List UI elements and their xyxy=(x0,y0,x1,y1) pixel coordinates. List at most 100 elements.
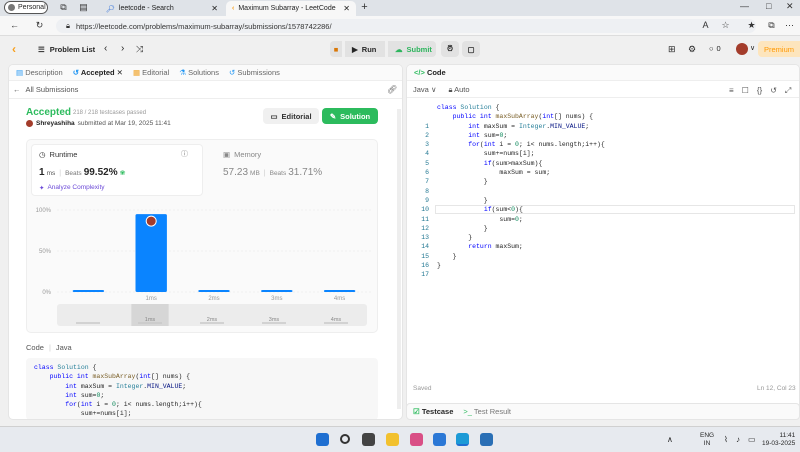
store-icon[interactable] xyxy=(480,433,493,446)
memory-value: 57.23 xyxy=(223,167,249,178)
profile-label: Personal xyxy=(18,4,46,11)
next-problem-icon[interactable]: › xyxy=(121,43,124,54)
expand-icon[interactable]: ⤢ xyxy=(785,86,791,96)
reload-icon[interactable]: ↻ xyxy=(34,20,45,31)
solution-button[interactable]: ✎ Solution xyxy=(322,108,378,124)
reset-icon[interactable]: ↺ xyxy=(770,86,777,96)
workspaces-icon[interactable]: ⧉ xyxy=(58,2,69,13)
shuffle-icon[interactable]: ⤨ xyxy=(136,44,143,55)
notes-button[interactable]: ▢ xyxy=(462,41,480,57)
code-brackets-icon: </> xyxy=(414,68,425,77)
testcase-bar: ☑ Testcase >_ Test Result xyxy=(406,403,800,420)
tab-description[interactable]: ▤ Description xyxy=(16,68,63,77)
performance-card: ◷ Runtime ⓘ 1 ms | Beats 99.52% ❀ ✦ Anal… xyxy=(26,139,378,333)
edit-icon: ✎ xyxy=(329,111,337,121)
battery-icon[interactable]: ▭ xyxy=(748,435,756,444)
minimap-label: 2ms xyxy=(207,317,218,323)
test-result-tab[interactable]: >_ Test Result xyxy=(463,407,511,416)
runtime-beats-label: Beats xyxy=(65,170,82,177)
left-scrollbar[interactable] xyxy=(397,109,401,409)
fire-icon: ○ xyxy=(709,44,714,53)
chart-bar xyxy=(261,290,293,292)
browser-tab[interactable]: 🔎︎ leetcode - Search ✕ xyxy=(100,1,224,16)
y-tick-label: 0% xyxy=(42,290,51,296)
leetcode-logo-icon[interactable]: ‹ xyxy=(12,42,16,56)
divider: | xyxy=(59,170,62,177)
volume-icon[interactable]: ♪ xyxy=(736,435,740,444)
tab-accepted[interactable]: ↺ Accepted ✕ xyxy=(73,68,123,77)
wifi-icon[interactable]: ⌇ xyxy=(724,435,728,444)
search-icon[interactable] xyxy=(340,434,350,444)
url-field[interactable]: 🔒︎ https://leetcode.com/problems/maximum… xyxy=(56,19,756,33)
leetcode-favicon-icon: ‹ xyxy=(232,5,235,12)
all-submissions-link[interactable]: ← All Submissions xyxy=(13,85,78,94)
premium-button[interactable]: Premium xyxy=(758,41,800,57)
format-icon[interactable]: ≡ xyxy=(729,86,734,96)
clock[interactable]: 11:41 19-03-2025 xyxy=(762,432,795,448)
prev-problem-icon[interactable]: ‹ xyxy=(104,43,107,54)
analyze-complexity-link[interactable]: ✦ Analyze Complexity xyxy=(39,184,105,192)
close-window-icon[interactable]: ✕ xyxy=(786,1,794,12)
avatar-chevron-icon[interactable]: ∨ xyxy=(750,44,755,52)
bookmark-icon[interactable]: ☐ xyxy=(742,86,749,96)
copilot-icon[interactable] xyxy=(410,433,423,446)
tab-submissions[interactable]: ↺ Submissions xyxy=(229,68,280,77)
runtime-unit: ms xyxy=(46,170,56,177)
code-editor[interactable]: class Solution { public int maxSubArray(… xyxy=(437,103,605,270)
memory-beats: 31.71% xyxy=(288,167,323,178)
tab-actions-icon[interactable]: ▤ xyxy=(78,2,89,13)
debug-button[interactable]: ■ xyxy=(330,41,342,57)
chart-bar xyxy=(198,290,230,292)
maximize-icon[interactable]: □ xyxy=(766,1,771,11)
favorites-bar-icon[interactable]: ★ xyxy=(746,20,757,31)
layout-icon[interactable]: ⊞ xyxy=(668,44,676,55)
collections-icon[interactable]: ⧉ xyxy=(766,20,777,31)
memory-header[interactable]: ▣ Memory xyxy=(223,150,261,159)
username[interactable]: Shreyashiha xyxy=(36,120,75,127)
submit-button[interactable]: ☁ Submit xyxy=(388,41,436,57)
code-tab[interactable]: </> Code xyxy=(414,68,446,77)
close-tab-icon[interactable]: ✕ xyxy=(117,68,123,77)
close-tab-icon[interactable]: ✕ xyxy=(211,4,218,13)
start-icon[interactable] xyxy=(316,433,329,446)
browser-tab-active[interactable]: ‹ Maximum Subarray - LeetCode ✕ xyxy=(226,1,356,16)
leetcode-header: ‹ ☰ Problem List ‹ › ⤨ ■ ▶ Run ☁ Submit … xyxy=(0,37,800,61)
tab-editorial[interactable]: ▦ Editorial xyxy=(133,68,169,77)
user-avatar[interactable] xyxy=(736,43,748,55)
search-icon: 🔎︎ xyxy=(106,5,115,13)
profile-button[interactable]: Personal xyxy=(4,1,48,14)
divider: | xyxy=(48,343,51,352)
new-tab-icon[interactable]: + xyxy=(359,2,370,13)
terminal-icon: >_ xyxy=(463,407,472,416)
task-view-icon[interactable] xyxy=(362,433,375,446)
menu-dots-icon[interactable]: ⋯ xyxy=(784,20,795,31)
input-language[interactable]: ENG IN xyxy=(700,432,714,448)
problem-list-button[interactable]: ☰ Problem List xyxy=(38,45,95,54)
submitted-code-block[interactable]: class Solution { public int maxSubArray(… xyxy=(26,358,378,419)
timer-button[interactable]: ⏰︎ xyxy=(441,41,459,57)
editorial-button[interactable]: ▭ Editorial xyxy=(263,108,319,124)
memory-value-row: 57.23 MB | Beats 31.71% xyxy=(223,167,322,178)
braces-icon[interactable]: {} xyxy=(757,86,762,96)
favorite-icon[interactable]: ☆ xyxy=(720,20,731,31)
problem-list-label: Problem List xyxy=(49,45,96,54)
close-tab-icon[interactable]: ✕ xyxy=(343,4,350,13)
minimize-icon[interactable]: — xyxy=(740,1,749,11)
vscode-icon[interactable] xyxy=(433,433,446,446)
read-aloud-icon[interactable]: A xyxy=(700,20,711,31)
tab-solutions[interactable]: ⚗ Solutions xyxy=(179,68,219,77)
file-explorer-icon[interactable] xyxy=(386,433,399,446)
testcase-tab[interactable]: ☑ Testcase xyxy=(413,407,453,416)
share-link-icon[interactable]: 🔗︎ xyxy=(387,85,397,94)
info-icon[interactable]: ⓘ xyxy=(181,149,188,159)
autocomplete-toggle[interactable]: 🔒︎ Auto xyxy=(448,85,469,95)
run-button[interactable]: ▶ Run xyxy=(345,41,385,57)
language-select[interactable]: Java ∨ xyxy=(413,85,436,94)
memory-chip-icon: ▣ xyxy=(223,150,231,159)
settings-icon[interactable]: ⚙ xyxy=(688,44,696,55)
back-icon[interactable]: ← xyxy=(9,20,20,31)
coins-counter[interactable]: ○ 0 xyxy=(709,44,721,53)
tray-chevron-icon[interactable]: ∧ xyxy=(667,435,673,444)
lock-icon: 🔒︎ xyxy=(66,21,70,30)
edge-icon[interactable] xyxy=(456,433,469,446)
